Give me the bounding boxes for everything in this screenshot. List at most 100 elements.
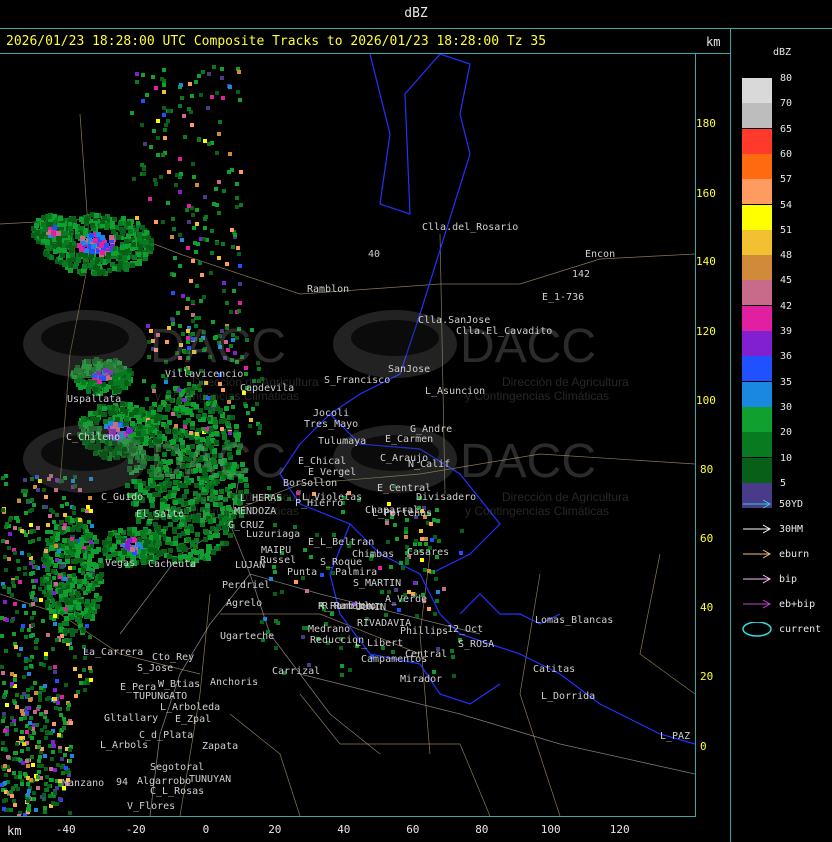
dbz-swatch [742, 356, 772, 382]
x-tick-label: 20 [268, 823, 282, 836]
dbz-value-label: 10 [780, 452, 793, 464]
dbz-value-label: 5 [780, 477, 787, 489]
dbz-value-label: 20 [780, 427, 793, 439]
dbz-value-label: 35 [780, 376, 793, 388]
map-canvas: DACCDirección de Agriculturay Contingenc… [0, 54, 695, 816]
place-label: N_Calif [408, 459, 450, 470]
map-bottom-border [0, 816, 696, 817]
watermark-brand: DACC [150, 320, 286, 373]
place-label: Uspallata [67, 394, 121, 405]
dbz-value-label: 36 [780, 351, 793, 363]
y-tick-label: 60 [700, 532, 714, 545]
track-label: eburn [779, 549, 810, 560]
place-label: Anchoris [210, 677, 258, 688]
place-label: C_Chileno [66, 432, 120, 443]
place-label: Divisadero [416, 492, 476, 503]
dbz-swatch [742, 229, 772, 255]
place-label: Palmira [335, 567, 377, 578]
place-label: Punta [287, 567, 317, 578]
track-arrow-icon [743, 574, 772, 584]
y-tick-label: 180 [696, 117, 716, 130]
legend-title: dBZ [773, 47, 792, 58]
y-tick-label: 140 [696, 255, 716, 268]
radar-map[interactable]: DACC Dirección de Agricultura y Contingenc… [0, 54, 695, 816]
legend-panel: dBZ 80 70 65 60 57 54 51 48 45 42 39 36 35 30 20 10 5 50… [731, 29, 832, 842]
place-label: Encon [585, 249, 615, 260]
place-label: Cacheuta [148, 559, 196, 570]
dbz-swatch [742, 78, 772, 103]
y-tick-label: 120 [696, 325, 716, 338]
place-label: E_1-736 [542, 292, 584, 303]
place-label: Mirador [400, 674, 442, 685]
track-label: eb+bip [779, 599, 816, 610]
dbz-value-label: 39 [780, 326, 793, 337]
place-label: Catitas [533, 664, 575, 675]
x-tick-label: 40 [337, 823, 351, 836]
x-tick-label: 0 [202, 823, 210, 836]
place-label: Medrano [308, 624, 350, 635]
place-label: L_HERAS [240, 493, 282, 504]
track-arrow-icon [743, 599, 772, 609]
place-label: LUJAN [235, 560, 265, 571]
x-tick-label: 60 [406, 823, 420, 836]
place-label: L_Asuncion [425, 386, 485, 397]
track-arrow-icon [743, 549, 772, 559]
composite-title: 2026/01/23 18:28:00 UTC Composite Tracks… [6, 34, 547, 49]
dbz-value-label: 54 [780, 199, 793, 211]
track-label: current [779, 624, 822, 635]
place-label: E_Vergel [308, 467, 356, 478]
dbz-swatch [742, 179, 772, 205]
place-label: Ugarteche [220, 631, 274, 642]
place-label: Cto_Rey [152, 652, 194, 663]
place-label: S_Jose [137, 663, 173, 674]
dbz-value-label: 57 [780, 174, 793, 186]
dbz-swatch [742, 305, 772, 331]
place-label: Perdriel [222, 580, 270, 591]
x-tick-label: -20 [125, 823, 146, 836]
place-label: Vegas [105, 558, 135, 569]
dbz-swatch [742, 457, 772, 483]
place-label: Segotoral [150, 762, 204, 773]
dbz-swatch [742, 255, 772, 281]
y-tick-label: 40 [700, 601, 714, 614]
place-label: Casares [407, 547, 449, 558]
place-label: L_Libert [355, 638, 403, 649]
title-bar: 2026/01/23 18:28:00 UTC Composite Tracks… [0, 29, 730, 53]
place-label: Villavicencio [165, 369, 243, 380]
current-ellipse-icon [742, 622, 772, 637]
track-arrow-icon [743, 499, 772, 509]
place-label: C_L_Rosas [150, 786, 204, 797]
dbz-value-label: 42 [780, 300, 793, 312]
place-label: 94 [116, 777, 128, 788]
dbz-swatch [742, 406, 772, 432]
track-label: bip [779, 574, 798, 585]
place-label: Ramblon [307, 284, 349, 295]
dbz-value-label: 65 [780, 123, 793, 135]
place-label: Phillips [400, 626, 448, 637]
dbz-value-label: 70 [780, 98, 793, 110]
place-label: Central [405, 649, 447, 660]
place-label: E_L_Beltran [308, 537, 374, 548]
place-label: Chaparral [365, 505, 419, 516]
dbz-value-label: 30 [780, 401, 793, 413]
place-label: E_Zpal [175, 714, 211, 725]
place-label: El_Salto [136, 509, 184, 520]
place-label: 40 [368, 249, 380, 260]
y-axis-km-label: km [706, 35, 721, 49]
dbz-swatch [742, 153, 772, 179]
place-label: TUNUYAN [189, 774, 231, 785]
dbz-swatch [742, 204, 772, 230]
y-tick-label: 20 [700, 670, 714, 683]
place-label: 142 [572, 269, 590, 280]
place-label: Capdevila [240, 383, 294, 394]
watermark-brand: DACC [150, 435, 286, 488]
place-label: L_Arboleda [160, 702, 220, 713]
dbz-value-label: 60 [780, 148, 793, 160]
radar-display: dBZ 2026/01/23 18:28:00 UTC Composite Tr… [0, 0, 832, 842]
place-label: L_Arbols [100, 740, 148, 751]
place-label: Clla.El_Cavadito [456, 326, 552, 337]
place-label: E_Chical [298, 456, 346, 467]
watermark-line1: Dirección de Agricultura [502, 490, 629, 504]
place-label: S_MARTIN [353, 578, 401, 589]
place-label: W_Btias [158, 679, 200, 690]
